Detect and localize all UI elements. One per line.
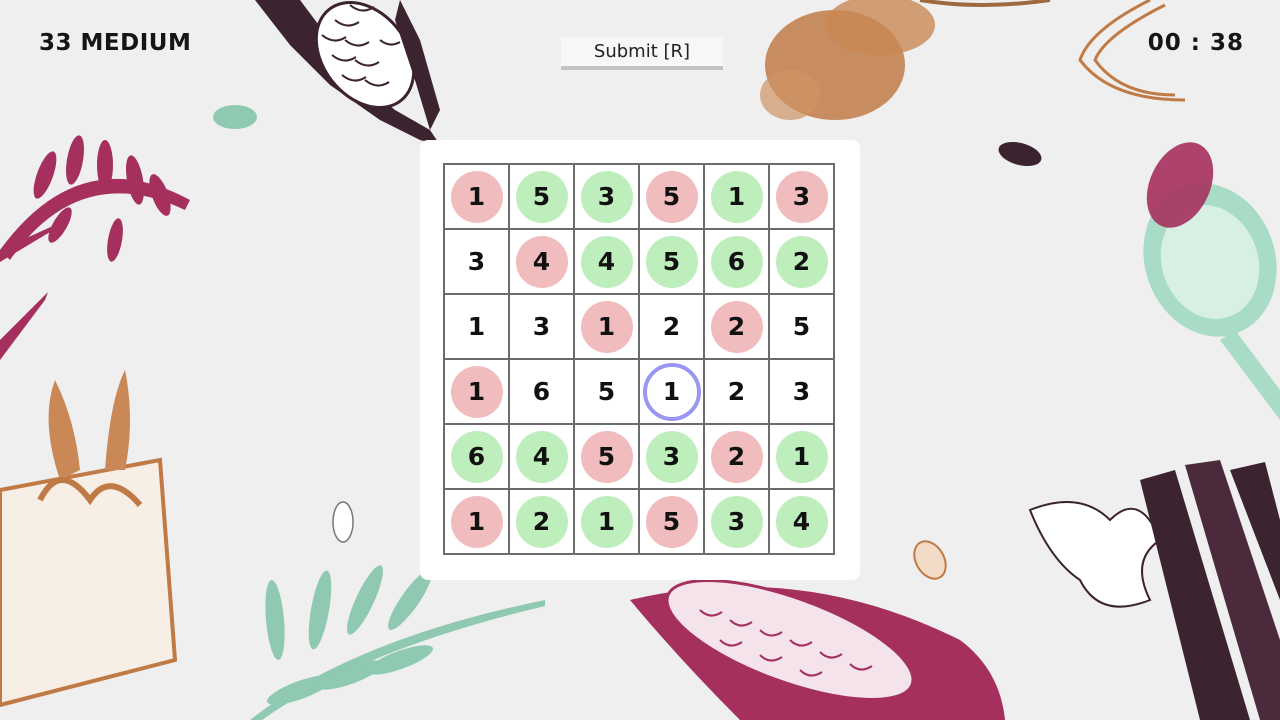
grid-cell[interactable]: 5 <box>510 165 575 230</box>
grid-cell[interactable]: 1 <box>575 295 640 360</box>
grid-cell[interactable]: 1 <box>445 295 510 360</box>
cell-number: 1 <box>467 312 486 341</box>
cell-number: 5 <box>580 430 633 483</box>
grid-cell[interactable]: 2 <box>640 295 705 360</box>
grid-cell[interactable]: 2 <box>705 360 770 425</box>
cell-number: 3 <box>710 495 763 548</box>
grid-cell[interactable]: 4 <box>770 490 835 555</box>
level-label: 33 MEDIUM <box>39 30 192 56</box>
cell-number: 6 <box>532 377 551 406</box>
cell-number: 1 <box>580 300 633 353</box>
cell-number: 3 <box>792 377 811 406</box>
grid-cell[interactable]: 3 <box>640 425 705 490</box>
grid-cell[interactable]: 4 <box>510 230 575 295</box>
cell-number: 3 <box>645 430 698 483</box>
grid-cell[interactable]: 6 <box>705 230 770 295</box>
grid-cell[interactable]: 4 <box>510 425 575 490</box>
grid-cell[interactable]: 1 <box>445 490 510 555</box>
cell-number: 4 <box>775 495 828 548</box>
spoon-illustration-right <box>1143 142 1280 420</box>
seed-illustration-small <box>332 501 354 543</box>
cell-number: 1 <box>710 170 763 223</box>
grid-cell[interactable]: 4 <box>575 230 640 295</box>
submit-button[interactable]: Submit [R] <box>561 37 723 70</box>
cell-number: 1 <box>450 170 503 223</box>
cell-number: 4 <box>580 235 633 288</box>
cell-number: 1 <box>450 365 503 418</box>
cell-number: 5 <box>597 377 616 406</box>
cell-number: 2 <box>710 430 763 483</box>
grid-cell[interactable]: 5 <box>640 230 705 295</box>
grid-cell[interactable]: 2 <box>705 295 770 360</box>
cell-number: 4 <box>515 235 568 288</box>
cell-number: 1 <box>775 430 828 483</box>
timer: 00 : 38 <box>1147 30 1244 56</box>
cell-number: 2 <box>727 377 746 406</box>
grid-cell[interactable]: 2 <box>705 425 770 490</box>
cell-number: 5 <box>645 235 698 288</box>
cell-number: 2 <box>710 300 763 353</box>
grid-cell[interactable]: 1 <box>445 360 510 425</box>
sunflower-seed-illustration <box>998 141 1042 167</box>
grid-cell[interactable]: 5 <box>640 165 705 230</box>
cell-number: 5 <box>792 312 811 341</box>
cell-number: 3 <box>775 170 828 223</box>
grid-cell[interactable]: 2 <box>770 230 835 295</box>
grid-cell[interactable]: 5 <box>770 295 835 360</box>
cell-number: 2 <box>515 495 568 548</box>
grid-cell[interactable]: 3 <box>770 360 835 425</box>
cell-number: 5 <box>645 495 698 548</box>
grid-cell[interactable]: 3 <box>510 295 575 360</box>
grid-cell[interactable]: 1 <box>770 425 835 490</box>
seed-illustration <box>213 105 257 129</box>
grid-cell[interactable]: 5 <box>575 425 640 490</box>
cell-number: 6 <box>450 430 503 483</box>
glass-illustration-left <box>0 370 178 708</box>
grid-cell[interactable]: 1 <box>445 165 510 230</box>
grid-cell[interactable]: 3 <box>705 490 770 555</box>
grid-cell[interactable]: 5 <box>640 490 705 555</box>
cell-number: 6 <box>710 235 763 288</box>
cell-number: 5 <box>515 170 568 223</box>
cell-number: 4 <box>515 430 568 483</box>
cinnamon-illustration-right <box>1028 460 1280 720</box>
cell-number: 1 <box>580 495 633 548</box>
grid-cell[interactable]: 2 <box>510 490 575 555</box>
grid-cell[interactable]: 1 <box>640 360 705 425</box>
puzzle-grid: 153513344562131225165123645321121534 <box>443 163 835 555</box>
selected-cell-number: 1 <box>642 362 701 421</box>
grid-cell[interactable]: 1 <box>705 165 770 230</box>
grid-cell[interactable]: 5 <box>575 360 640 425</box>
grid-cell[interactable]: 3 <box>770 165 835 230</box>
oat-illustration-left <box>0 135 190 360</box>
grid-cell[interactable]: 6 <box>445 425 510 490</box>
grid-cell[interactable]: 3 <box>575 165 640 230</box>
game-board: 153513344562131225165123645321121534 <box>420 140 860 580</box>
fern-illustration-bottom <box>250 565 545 720</box>
grid-cell[interactable]: 1 <box>575 490 640 555</box>
cell-number: 3 <box>532 312 551 341</box>
corn-illustration-top <box>255 0 440 145</box>
cell-number: 5 <box>645 170 698 223</box>
cell-number: 2 <box>662 312 681 341</box>
cell-number: 1 <box>450 495 503 548</box>
grid-cell[interactable]: 3 <box>445 230 510 295</box>
seed-illustration-small-2 <box>913 540 947 580</box>
cell-number: 3 <box>467 247 486 276</box>
cell-number: 2 <box>775 235 828 288</box>
grid-cell[interactable]: 6 <box>510 360 575 425</box>
cell-number: 3 <box>580 170 633 223</box>
corn-illustration-bottom <box>630 579 1005 720</box>
millet-illustration-top <box>760 0 1051 120</box>
